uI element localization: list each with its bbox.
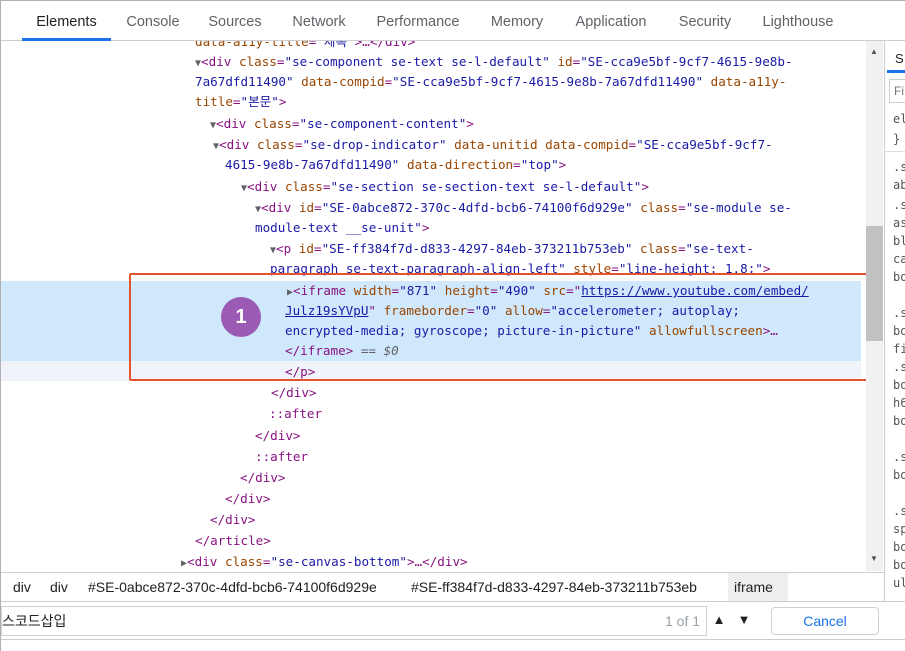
style-rule-fragment: sp [893, 522, 905, 536]
style-rule-fragment: bo [893, 540, 905, 554]
style-rule-fragment: bl [893, 234, 905, 248]
dom-pseudo-line[interactable]: ::after [1, 404, 866, 425]
tab-sources[interactable]: Sources [201, 1, 269, 41]
breadcrumb-item[interactable]: #SE-0abce872-370c-4dfd-bcb6-74100f6d929e [82, 573, 383, 601]
breadcrumb-item[interactable]: #SE-ff384f7d-d833-4297-84eb-373211b753eb [405, 573, 703, 601]
tab-network[interactable]: Network [283, 1, 355, 41]
dom-node-line[interactable]: ▼<div class="se-component se-text se-l-d… [1, 52, 866, 73]
style-rule-fragment: fi [893, 342, 905, 356]
dom-node-line-cont: title="본문"> [195, 94, 287, 109]
tab-console[interactable]: Console [116, 1, 190, 41]
tree-scrollbar-thumb[interactable] [866, 226, 883, 341]
tab-lighthouse[interactable]: Lighthouse [755, 1, 841, 41]
style-rule-fragment: bo [893, 378, 905, 392]
tab-elements[interactable]: Elements [22, 1, 111, 41]
scroll-down-arrow-icon[interactable]: ▼ [870, 554, 878, 563]
style-rule-fragment: el [893, 112, 905, 126]
breadcrumb-item-selected[interactable]: iframe [728, 573, 788, 601]
match-count: 1 of 1 [665, 613, 701, 629]
dom-node-line[interactable]: </div> [1, 489, 866, 510]
next-match-icon[interactable]: ▼ [734, 610, 754, 630]
dom-node-line[interactable]: ▼<div class="se-component-content"> [1, 114, 866, 135]
style-rule-fragment: .s [893, 360, 905, 374]
style-rule-fragment: bo [893, 468, 905, 482]
dom-node-line[interactable]: data-a11y-title="제목">…</div> [1, 41, 866, 53]
find-bar: 스코드삽입 1 of 1 ▲ ▼ Cancel [1, 601, 905, 639]
breadcrumb: div div #SE-0abce872-370c-4dfd-bcb6-7410… [1, 572, 884, 601]
tab-security[interactable]: Security [670, 1, 740, 41]
style-rule-fragment: } [893, 132, 901, 146]
dom-node-line[interactable]: ▼<div id="SE-0abce872-370c-4dfd-bcb6-741… [1, 198, 866, 219]
style-rule-separator [885, 151, 905, 152]
tab-performance[interactable]: Performance [369, 1, 467, 41]
dom-node-line[interactable]: </div> [1, 510, 866, 531]
dom-node-line[interactable]: </article> [1, 531, 866, 552]
dom-node-line-cont: 4615-9e8b-7a67dfd11490" data-direction="… [225, 157, 567, 172]
dom-node-line[interactable]: ▼<div class="se-section se-section-text … [1, 177, 866, 198]
style-rule-fragment: ab [893, 178, 905, 192]
style-rule-fragment: .s [893, 504, 905, 518]
step-number-badge: 1 [221, 297, 261, 337]
style-rule-fragment: as [893, 216, 905, 230]
devtools-tabbar: Elements Console Sources Network Perform… [1, 1, 905, 41]
dom-node-line[interactable]: </div> [1, 383, 866, 404]
tab-application[interactable]: Application [567, 1, 655, 41]
previous-match-icon[interactable]: ▲ [709, 610, 729, 630]
style-rule-fragment: bo [893, 324, 905, 338]
dom-node-line[interactable]: ▼<p id="SE-ff384f7d-d833-4297-84eb-37321… [1, 239, 866, 260]
dom-pseudo-line[interactable]: ::after [1, 447, 866, 468]
breadcrumb-item[interactable]: div [7, 573, 37, 601]
styles-panel: S Fi el } .s ab .s as bl ca bo .s bo fi … [884, 41, 905, 641]
style-rule-fragment: bo [893, 270, 905, 284]
scroll-up-arrow-icon[interactable]: ▲ [870, 47, 878, 56]
dom-node-line-cont: 7a67dfd11490" data-compid="SE-cca9e5bf-9… [195, 74, 787, 89]
devtools-bottom-edge [1, 639, 905, 651]
style-rule-fragment: bo [893, 558, 905, 572]
style-rule-fragment: h6 [893, 396, 905, 410]
style-rule-fragment: .s [893, 450, 905, 464]
dom-node-line[interactable]: ▶<div class="se-canvas-bottom">…</div> [1, 552, 866, 572]
cancel-search-button[interactable]: Cancel [771, 607, 879, 635]
dom-node-line[interactable]: ▼<div class="se-drop-indicator" data-uni… [1, 135, 866, 156]
styles-filter-input[interactable]: Fi [889, 79, 905, 103]
style-rule-fragment: ul [893, 576, 905, 590]
style-rule-fragment: .s [893, 160, 905, 174]
dom-node-line[interactable]: </div> [1, 468, 866, 489]
find-input[interactable]: 스코드삽입 [1, 606, 707, 636]
dom-node-line-cont: module-text __se-unit"> [255, 220, 430, 235]
style-rule-fragment: .s [893, 306, 905, 320]
style-rule-fragment: .s [893, 198, 905, 212]
tab-styles[interactable]: S [887, 45, 905, 73]
style-rule-fragment: bo [893, 414, 905, 428]
breadcrumb-item[interactable]: div [44, 573, 74, 601]
style-rule-fragment: ca [893, 252, 905, 266]
tab-memory[interactable]: Memory [481, 1, 553, 41]
dom-node-line[interactable]: </div> [1, 426, 866, 447]
